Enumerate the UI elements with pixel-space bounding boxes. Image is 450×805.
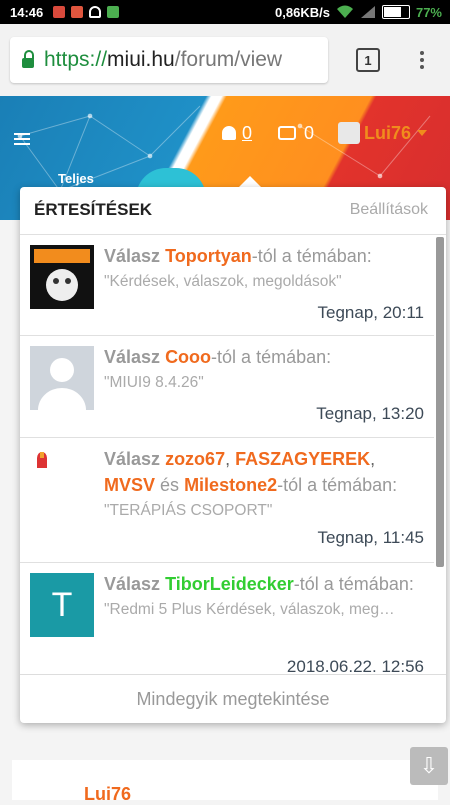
notification-text: Válasz Toportyan-tól a témában: "Kérdése… [104,243,424,295]
notification-user[interactable]: Cooo [165,347,211,367]
browser-toolbar: https://miui.hu/forum/view 1 [0,24,450,96]
notification-time: Tegnap, 20:11 [317,303,425,322]
browser-menu-icon[interactable] [420,51,424,69]
notification-avatar: T [30,573,94,637]
notification-thread: "MIUI9 8.4.26" [104,374,204,391]
bell-icon[interactable] [222,126,236,140]
arrow-down-icon: ⇩ [419,753,439,778]
notification-user[interactable]: FASZAGYEREK [235,449,370,469]
notification-suffix: -tól a témában: [277,475,398,495]
notification-avatar [30,346,94,410]
hamburger-menu-icon[interactable] [14,130,30,148]
inbox-icon[interactable] [278,126,297,140]
notification-avatar [32,450,52,472]
tab-count: 1 [364,52,372,68]
notification-user[interactable]: Milestone2 [184,475,277,495]
notification-text: Válasz TiborLeidecker-tól a témában: "Re… [104,571,424,623]
notification-list[interactable]: Válasz Toportyan-tól a témában: "Kérdése… [20,234,446,675]
notification-icon [53,6,66,18]
url-host: miui.hu [107,48,175,71]
mail-icon [71,6,84,18]
lock-icon [22,50,34,68]
wifi-icon [336,5,353,18]
notification-time: 2018.06.22. 12:56 [286,657,424,675]
scroll-down-button[interactable]: ⇩ [410,747,448,785]
notification-suffix: -tól a témában: [293,574,414,594]
notification-text: Válasz zozo67, FASZAGYEREK, MVSV és Mile… [104,446,424,524]
notification-prefix: Válasz [104,246,161,266]
background-post-username[interactable]: Lui76 [84,784,131,805]
notification-prefix: Válasz [104,347,161,367]
url-scheme: https:// [44,48,108,71]
view-all-link[interactable]: Mindegyik megtekintése [20,674,446,723]
file-icon [107,6,120,18]
network-speed: 0,86KB/s [275,4,330,20]
background-post [12,760,438,800]
signal-icon [360,6,375,18]
chevron-down-icon[interactable] [417,130,428,136]
notification-avatar [30,245,94,309]
notification-conjunction: és [160,475,180,495]
notification-user[interactable]: Toportyan [165,246,252,266]
notification-user[interactable]: TiborLeidecker [165,574,294,594]
notification-user[interactable]: zozo67 [165,449,225,469]
user-avatar[interactable] [338,122,361,144]
notification-item[interactable]: Válasz Toportyan-tól a témában: "Kérdése… [20,235,434,336]
notification-item[interactable]: Válasz zozo67, FASZAGYEREK, MVSV és Mile… [20,438,434,563]
tab-switcher-button[interactable]: 1 [356,48,380,72]
inbox-count[interactable]: 0 [304,123,314,144]
notification-time: Tegnap, 13:20 [316,404,424,423]
status-bar: 14:46 0,86KB/s 77% [0,0,450,24]
status-notification-icons [53,6,120,18]
header-username[interactable]: Lui76 [364,123,411,144]
notification-text: Válasz Cooo-tól a témában: "MIUI9 8.4.26… [104,344,424,396]
notification-prefix: Válasz [104,449,161,469]
notification-count[interactable]: 0 [242,123,252,144]
dropdown-header: ÉRTESÍTÉSEK Beállítások [20,187,446,233]
url-bar[interactable]: https://miui.hu/forum/view [10,37,328,83]
headset-icon [89,6,102,18]
battery-percent: 77% [415,4,442,20]
default-avatar-icon [38,358,86,410]
url-path: /forum/view [174,48,283,71]
notification-prefix: Válasz [104,574,161,594]
spartan-avatar-icon [32,450,52,472]
avatar-letter: T [51,585,73,624]
miui-mascot-avatar [34,249,90,301]
notification-suffix: -tól a témában: [211,347,332,367]
site-logo-text: Teljes [58,171,94,186]
notification-suffix: -tól a témában: [251,246,372,266]
notification-time: Tegnap, 11:45 [317,528,425,547]
dropdown-title: ÉRTESÍTÉSEK [34,200,153,219]
scrollbar[interactable] [436,237,444,567]
notification-thread: "Kérdések, válaszok, megoldások" [104,273,342,290]
notification-item[interactable]: Válasz Cooo-tól a témában: "MIUI9 8.4.26… [20,336,434,438]
notification-user[interactable]: MVSV [104,475,155,495]
notification-item[interactable]: T Válasz TiborLeidecker-tól a témában: "… [20,563,434,675]
settings-link[interactable]: Beállítások [350,201,428,219]
notification-thread: "TERÁPIÁS CSOPORT" [104,502,273,519]
notifications-dropdown: ÉRTESÍTÉSEK Beállítások Válasz Toportyan… [20,187,446,723]
status-time: 14:46 [10,4,44,20]
notification-thread: "Redmi 5 Plus Kérdések, válaszok, meg… [104,601,395,618]
header-user-bar: 0 0 Lui76 [222,122,428,144]
battery-icon [381,5,410,19]
